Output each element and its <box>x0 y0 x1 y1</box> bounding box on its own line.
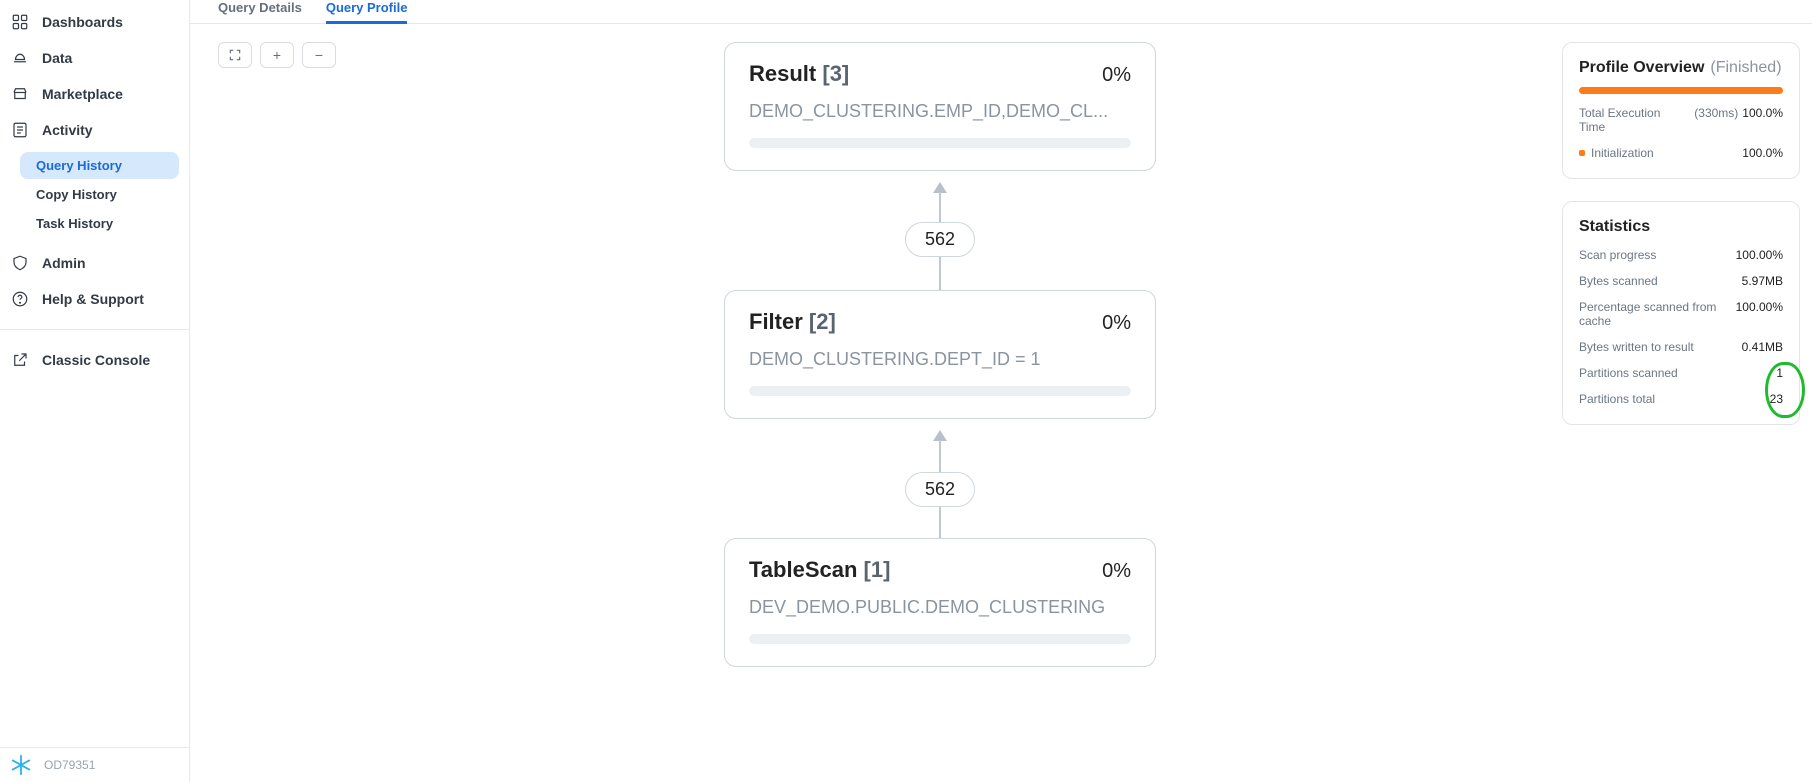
stat-value: 100.00% <box>1736 300 1783 328</box>
help-icon <box>10 289 30 309</box>
plan-node-result[interactable]: Result [3] 0% DEMO_CLUSTERING.EMP_ID,DEM… <box>724 42 1156 171</box>
profile-overview-panel: Profile Overview (Finished) Total Execut… <box>1562 42 1800 179</box>
nav-dashboards[interactable]: Dashboards <box>0 4 189 40</box>
query-plan-graph[interactable]: Result [3] 0% DEMO_CLUSTERING.EMP_ID,DEM… <box>190 24 1562 782</box>
nav-label: Data <box>42 50 72 66</box>
node-name: TableScan <box>749 557 857 582</box>
nav-data[interactable]: Data <box>0 40 189 76</box>
stat-label: Bytes scanned <box>1579 274 1658 288</box>
node-index: [2] <box>809 309 836 334</box>
node-title: Result [3] <box>749 61 849 87</box>
sidebar-divider <box>0 329 189 330</box>
node-name: Filter <box>749 309 803 334</box>
main: Query Details Query Profile + − Result [… <box>190 0 1812 782</box>
total-exec-value: (330ms)100.0% <box>1694 106 1783 134</box>
stat-value: 0.41MB <box>1742 340 1783 354</box>
stats-title: Statistics <box>1579 218 1650 236</box>
nav-classic-console[interactable]: Classic Console <box>0 342 189 378</box>
nav-marketplace[interactable]: Marketplace <box>0 76 189 112</box>
nav-label: Marketplace <box>42 86 123 102</box>
statistics-panel: Statistics Scan progress 100.00% Bytes sc… <box>1562 201 1800 425</box>
subnav-task-history[interactable]: Task History <box>20 210 179 237</box>
node-percent: 0% <box>1102 312 1131 335</box>
init-label: Initialization <box>1579 146 1654 160</box>
plan-node-tablescan[interactable]: TableScan [1] 0% DEV_DEMO.PUBLIC.DEMO_CL… <box>724 538 1156 667</box>
tab-query-profile[interactable]: Query Profile <box>326 0 408 24</box>
bullet-icon <box>1579 150 1585 156</box>
node-title: TableScan [1] <box>749 557 890 583</box>
activity-icon <box>10 120 30 140</box>
marketplace-icon <box>10 84 30 104</box>
overview-title: Profile Overview <box>1579 59 1704 77</box>
node-percent: 0% <box>1102 64 1131 87</box>
snowflake-logo-icon <box>10 754 32 776</box>
node-title: Filter [2] <box>749 309 836 335</box>
node-percent: 0% <box>1102 560 1131 583</box>
edge-rowcount: 562 <box>905 472 975 507</box>
total-exec-label: Total Execution Time <box>1579 106 1688 134</box>
workspace: + − Result [3] 0% DEMO_CLUSTERING.EMP_ID… <box>190 24 1812 782</box>
init-value: 100.0% <box>1742 146 1783 160</box>
stat-value: 5.97MB <box>1742 274 1783 288</box>
sidebar-footer: OD79351 <box>0 747 189 782</box>
subnav-copy-history[interactable]: Copy History <box>20 181 179 208</box>
nav-label: Classic Console <box>42 352 150 368</box>
tabs: Query Details Query Profile <box>190 0 1812 24</box>
stat-value: 100.00% <box>1736 248 1783 262</box>
right-panels: Profile Overview (Finished) Total Execut… <box>1562 24 1812 782</box>
node-index: [3] <box>822 61 849 86</box>
node-subtitle: DEV_DEMO.PUBLIC.DEMO_CLUSTERING <box>749 597 1131 618</box>
node-subtitle: DEMO_CLUSTERING.EMP_ID,DEMO_CL... <box>749 101 1131 122</box>
node-progress-bar <box>749 386 1131 396</box>
overview-progress <box>1579 87 1783 94</box>
nav-label: Dashboards <box>42 14 123 30</box>
nav-activity[interactable]: Activity <box>0 112 189 148</box>
node-subtitle: DEMO_CLUSTERING.DEPT_ID = 1 <box>749 349 1131 370</box>
edge-rowcount: 562 <box>905 222 975 257</box>
stat-label: Partitions total <box>1579 392 1655 406</box>
stat-label: Scan progress <box>1579 248 1656 262</box>
tab-query-details[interactable]: Query Details <box>218 0 302 21</box>
dashboards-icon <box>10 12 30 32</box>
nav-label: Activity <box>42 122 93 138</box>
stat-label: Partitions scanned <box>1579 366 1678 380</box>
external-link-icon <box>10 350 30 370</box>
subnav-query-history[interactable]: Query History <box>20 152 179 179</box>
panel-title: Statistics <box>1579 218 1783 236</box>
node-name: Result <box>749 61 816 86</box>
node-progress-bar <box>749 634 1131 644</box>
nav-admin[interactable]: Admin <box>0 245 189 281</box>
plan-node-filter[interactable]: Filter [2] 0% DEMO_CLUSTERING.DEPT_ID = … <box>724 290 1156 419</box>
admin-icon <box>10 253 30 273</box>
stat-label: Percentage scanned from cache <box>1579 300 1730 328</box>
stat-value: 23 <box>1770 392 1783 406</box>
node-index: [1] <box>864 557 891 582</box>
stat-value: 1 <box>1776 366 1783 380</box>
nav-label: Admin <box>42 255 86 271</box>
stat-label: Bytes written to result <box>1579 340 1694 354</box>
data-icon <box>10 48 30 68</box>
nav-label: Help & Support <box>42 291 144 307</box>
panel-title: Profile Overview (Finished) <box>1579 59 1783 77</box>
activity-subnav: Query History Copy History Task History <box>0 152 189 237</box>
nav-help[interactable]: Help & Support <box>0 281 189 317</box>
footer-org-id: OD79351 <box>44 758 95 772</box>
overview-status: (Finished) <box>1710 59 1781 77</box>
sidebar: Dashboards Data Marketplace Activity Que… <box>0 0 190 782</box>
node-progress-bar <box>749 138 1131 148</box>
